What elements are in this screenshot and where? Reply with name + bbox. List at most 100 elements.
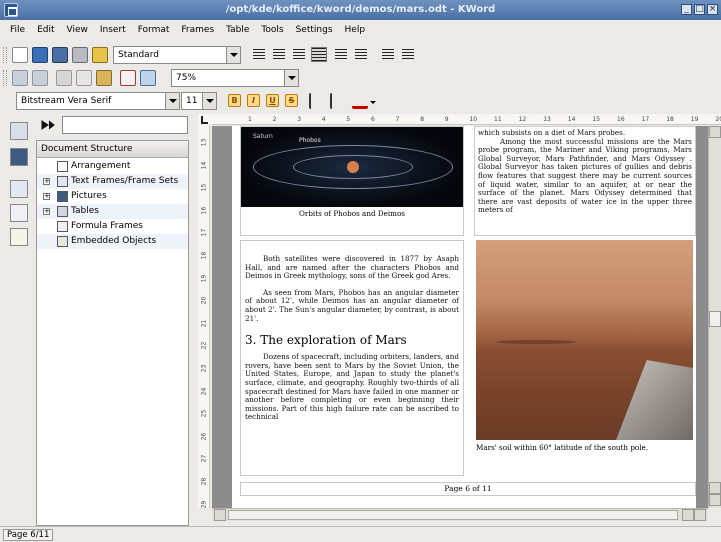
find-icon[interactable] bbox=[140, 70, 156, 86]
table-tool-icon[interactable] bbox=[10, 122, 28, 140]
menu-settings[interactable]: Settings bbox=[290, 25, 339, 35]
tree-item-embedded-objects[interactable]: Embedded Objects bbox=[37, 234, 188, 249]
scroll-thumb[interactable] bbox=[228, 510, 678, 520]
menu-tools[interactable]: Tools bbox=[255, 25, 289, 35]
italic-button[interactable]: I bbox=[247, 94, 260, 107]
align-left-icon[interactable] bbox=[253, 49, 265, 60]
bullet-list-icon[interactable] bbox=[355, 49, 367, 60]
expand-plus-icon[interactable]: + bbox=[43, 208, 50, 215]
chevron-down-icon[interactable] bbox=[165, 93, 179, 109]
maximize-button[interactable]: □ bbox=[694, 4, 705, 15]
underline-button[interactable]: U bbox=[266, 94, 279, 107]
font-size-select[interactable]: 11 bbox=[181, 92, 217, 110]
scroll-up-button[interactable] bbox=[709, 126, 721, 138]
chevron-down-icon[interactable] bbox=[226, 47, 240, 63]
scroll-thumb[interactable] bbox=[709, 311, 721, 327]
align-center-icon[interactable] bbox=[273, 49, 285, 60]
style-select[interactable]: Standard bbox=[113, 46, 241, 64]
menu-frames[interactable]: Frames bbox=[175, 25, 220, 35]
tab-stop-icon[interactable] bbox=[201, 116, 208, 124]
increase-indent-icon[interactable] bbox=[402, 49, 414, 60]
numbered-list-icon[interactable] bbox=[335, 49, 347, 60]
document-structure-panel: Document Structure Arrangement + Text Fr… bbox=[36, 140, 189, 526]
formula-tool-icon[interactable] bbox=[10, 204, 28, 222]
mars-surface-image[interactable] bbox=[476, 240, 693, 440]
document-structure-header[interactable]: Document Structure bbox=[37, 141, 188, 158]
tree-item-tables[interactable]: + Tables bbox=[37, 204, 188, 219]
filter-arrow-icon[interactable] bbox=[41, 119, 55, 131]
vertical-ruler[interactable]: 13 14 15 16 17 18 19 20 21 22 23 24 25 26 27 28 29 bbox=[198, 125, 210, 508]
formula-frames-icon bbox=[57, 221, 68, 232]
menu-format[interactable]: Format bbox=[132, 25, 176, 35]
minimize-button[interactable]: _ bbox=[681, 4, 692, 15]
phobos-picture-frame[interactable]: Saturn Phobos Orbits of Phobos and Deimo… bbox=[240, 126, 464, 236]
expand-plus-icon[interactable]: + bbox=[43, 193, 50, 200]
scroll-left-button[interactable] bbox=[682, 509, 694, 521]
menu-insert[interactable]: Insert bbox=[94, 25, 132, 35]
horizontal-ruler[interactable]: 1234567891011121314151617181920 bbox=[212, 114, 721, 125]
menu-table[interactable]: Table bbox=[220, 25, 255, 35]
picture-tool-icon[interactable] bbox=[10, 148, 28, 166]
copy-icon[interactable] bbox=[76, 70, 92, 86]
phobos-orbit-image[interactable]: Saturn Phobos bbox=[241, 127, 463, 207]
scroll-right-button[interactable] bbox=[694, 509, 706, 521]
horizontal-scrollbar[interactable] bbox=[212, 508, 708, 521]
align-justify-icon[interactable] bbox=[311, 47, 327, 62]
open-folder-icon[interactable] bbox=[32, 47, 48, 63]
menu-view[interactable]: View bbox=[61, 25, 94, 35]
ruler-tick-label: 12 bbox=[518, 116, 527, 123]
menu-file[interactable]: File bbox=[4, 25, 31, 35]
toolbar-grip[interactable] bbox=[3, 70, 7, 86]
lander-part bbox=[616, 360, 693, 440]
decrease-indent-icon[interactable] bbox=[382, 49, 394, 60]
tree-item-pictures[interactable]: + Pictures bbox=[37, 189, 188, 204]
expand-plus-icon[interactable]: + bbox=[43, 178, 50, 185]
toolbar-grip[interactable] bbox=[3, 47, 7, 63]
style-select-value: Standard bbox=[118, 50, 159, 60]
font-family-select[interactable]: Bitstream Vera Serif bbox=[16, 92, 180, 110]
menu-help[interactable]: Help bbox=[339, 25, 372, 35]
chevron-down-icon[interactable] bbox=[284, 70, 298, 86]
tree-item-arrangement[interactable]: Arrangement bbox=[37, 159, 188, 174]
left-text-frame[interactable]: Both satellites were discovered in 1877 … bbox=[240, 240, 464, 476]
variable-tool-icon[interactable] bbox=[10, 228, 28, 246]
paste-icon[interactable] bbox=[96, 70, 112, 86]
document-page[interactable]: Saturn Phobos Orbits of Phobos and Deimo… bbox=[232, 126, 696, 508]
close-button[interactable]: × bbox=[707, 4, 718, 15]
scroll-down-button[interactable] bbox=[709, 482, 721, 494]
bold-button[interactable]: B bbox=[228, 94, 241, 107]
document-structure-search-input[interactable] bbox=[62, 116, 188, 134]
text-frame-tool-icon[interactable] bbox=[10, 180, 28, 198]
vertical-scrollbar[interactable] bbox=[708, 126, 721, 508]
new-document-icon[interactable] bbox=[12, 47, 28, 63]
subscript-icon[interactable] bbox=[330, 93, 344, 109]
document-canvas[interactable]: Saturn Phobos Orbits of Phobos and Deimo… bbox=[212, 126, 708, 508]
text-frames-icon bbox=[57, 176, 68, 187]
chevron-down-icon[interactable] bbox=[202, 93, 216, 109]
ruler-tick-label: 13 bbox=[200, 138, 208, 147]
strikeout-button[interactable]: S bbox=[285, 94, 298, 107]
tree-item-text-frames[interactable]: + Text Frames/Frame Sets bbox=[37, 174, 188, 189]
scroll-down-button[interactable] bbox=[709, 494, 721, 506]
superscript-icon[interactable] bbox=[309, 93, 323, 109]
cut-icon[interactable] bbox=[56, 70, 72, 86]
ruler-tick-label: 25 bbox=[200, 409, 208, 418]
menu-edit[interactable]: Edit bbox=[31, 25, 60, 35]
save-icon[interactable] bbox=[52, 47, 68, 63]
undo-icon[interactable] bbox=[12, 70, 28, 86]
zoom-select[interactable]: 75% bbox=[171, 69, 299, 87]
mars-caption: Mars' soil within 60° latitude of the so… bbox=[476, 443, 649, 452]
spellcheck-icon[interactable] bbox=[120, 70, 136, 86]
scroll-left-button[interactable] bbox=[214, 509, 226, 521]
chevron-down-icon[interactable] bbox=[370, 101, 376, 104]
print-preview-icon[interactable] bbox=[92, 47, 108, 63]
ruler-tick-label: 23 bbox=[200, 364, 208, 373]
mars-picture-frame[interactable]: Mars' soil within 60° latitude of the so… bbox=[474, 126, 696, 476]
tree-item-formula-frames[interactable]: Formula Frames bbox=[37, 219, 188, 234]
saturn-label: Saturn bbox=[253, 133, 273, 140]
align-right-icon[interactable] bbox=[293, 49, 305, 60]
ruler-tick-label: 29 bbox=[200, 500, 208, 508]
text-color-icon[interactable] bbox=[352, 93, 368, 109]
print-icon[interactable] bbox=[72, 47, 88, 63]
redo-icon[interactable] bbox=[32, 70, 48, 86]
